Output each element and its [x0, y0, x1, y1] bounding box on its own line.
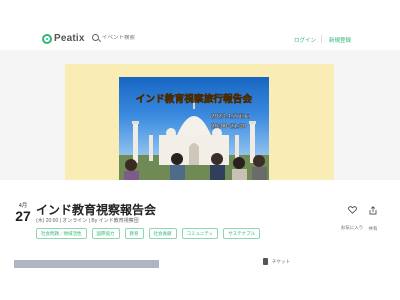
nav-divider — [321, 35, 322, 43]
event-day: 27 — [15, 208, 31, 224]
search-box[interactable] — [92, 34, 162, 41]
event-meta: (木) 20:00 | オンライン | By インド教育視察団 — [36, 218, 139, 224]
description-placeholder-bar — [14, 260, 159, 268]
event-cover-photo: インド教育視察旅行報告会 2023.4.27thu 20:00-21:30 — [119, 77, 269, 187]
tag-item[interactable]: コミュニティ — [181, 228, 219, 239]
search-icon — [92, 34, 99, 41]
favorite-label: お気に入り — [340, 225, 364, 230]
ticket-section-header: チケット — [263, 258, 290, 265]
share-label: 共有 — [368, 226, 378, 231]
tag-item[interactable]: サステナブル — [223, 228, 261, 239]
share-button[interactable]: 共有 — [361, 206, 385, 235]
event-title: インド教育視察報告会 — [36, 203, 157, 217]
tag-item[interactable]: 社会問題／地域活性 — [36, 228, 87, 239]
share-icon — [369, 206, 377, 215]
peatix-logo[interactable]: Peatix — [42, 33, 85, 44]
peatix-logo-icon — [42, 33, 52, 44]
tag-item[interactable]: 国際協力 — [91, 228, 120, 239]
tag-item[interactable]: 社会貢献 — [148, 228, 177, 239]
cover-date: 2023.4.27thu — [211, 113, 251, 120]
logo-text: Peatix — [54, 33, 85, 44]
login-link[interactable]: ログイン — [294, 36, 316, 44]
tag-item[interactable]: 教育 — [124, 228, 144, 239]
signup-link[interactable]: 新規登録 — [329, 36, 351, 44]
ticket-label: チケット — [272, 258, 290, 264]
event-content: 4月 27 インド教育視察報告会 (木) 20:00 | オンライン | By … — [0, 180, 400, 300]
event-date: 4月 27 — [14, 203, 32, 224]
search-input[interactable] — [102, 34, 162, 41]
ticket-icon — [263, 258, 268, 265]
cover-title: インド教育視察旅行報告会 — [135, 94, 253, 106]
site-header: Peatix ログイン 新規登録 — [0, 28, 400, 50]
heart-icon — [347, 206, 357, 214]
tag-list: 社会問題／地域活性 国際協力 教育 社会貢献 コミュニティ サステナブル — [36, 228, 261, 239]
cover-time: 20:00-21:30 — [211, 123, 247, 130]
